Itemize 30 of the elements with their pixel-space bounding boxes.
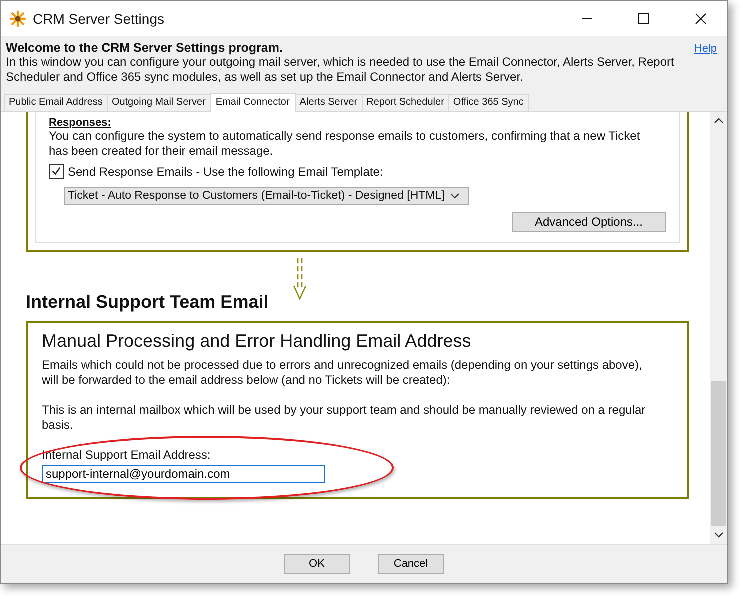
dialog-button[interactable]: Cancel xyxy=(378,554,444,574)
close-icon[interactable] xyxy=(695,12,707,24)
scrollbar[interactable] xyxy=(710,112,727,544)
checkmark-icon xyxy=(51,166,62,177)
checkbox[interactable] xyxy=(49,164,64,179)
email-input-field[interactable]: support-internal@yourdomain.com xyxy=(42,465,325,483)
card-title: Manual Processing and Error Handling Email Address xyxy=(42,331,472,352)
scroll-down-icon[interactable] xyxy=(714,532,724,538)
responses-heading: Responses: xyxy=(49,117,112,129)
paragraph: This is an internal mailbox which will be used by your support team and should be manually reviewed on a regular basis. xyxy=(42,403,647,433)
responses-description: You can configure the system to automatically send response emails to customers, confirming that a new Ticket has been created for their email message. xyxy=(49,129,642,159)
field-label: Internal Support Email Address: xyxy=(42,448,212,462)
advanced-options-button[interactable]: Advanced Options... xyxy=(512,212,666,232)
scroll-up-icon[interactable] xyxy=(714,118,724,124)
section-title: Internal Support Team Email xyxy=(26,292,270,313)
window-title: CRM Server Settings xyxy=(33,10,164,26)
paragraph: Emails which could not be processed due to errors and unrecognized emails (depending on your settings above), will be forwarded to the email address below (and no Tickets will be created): xyxy=(42,358,644,388)
tab[interactable]: Office 365 Sync xyxy=(448,94,529,111)
app-logo-icon xyxy=(9,10,27,28)
checkbox-label: Send Response Emails - Use the following Email Template: xyxy=(68,164,384,178)
tab[interactable]: Email Connector xyxy=(210,93,296,112)
dashed-arrow-icon xyxy=(293,258,307,300)
template-dropdown[interactable]: Ticket - Auto Response to Customers (Email-to-Ticket) - Designed [HTML] xyxy=(64,187,469,205)
welcome-title: Welcome to the CRM Server Settings program. xyxy=(6,41,284,55)
welcome-description: In this window you can configure your outgoing mail server, which is needed to use the Email Connector, Alerts Server, Report Scheduler and Office 365 sync modules, as well as set up the Email Connector and Alerts Server. xyxy=(6,55,676,85)
chevron-down-icon xyxy=(450,193,460,199)
help-link[interactable]: Help xyxy=(694,43,717,93)
tab[interactable]: Public Email Address xyxy=(4,94,108,111)
maximize-icon[interactable] xyxy=(638,12,650,24)
dialog-button[interactable]: OK xyxy=(284,554,350,574)
